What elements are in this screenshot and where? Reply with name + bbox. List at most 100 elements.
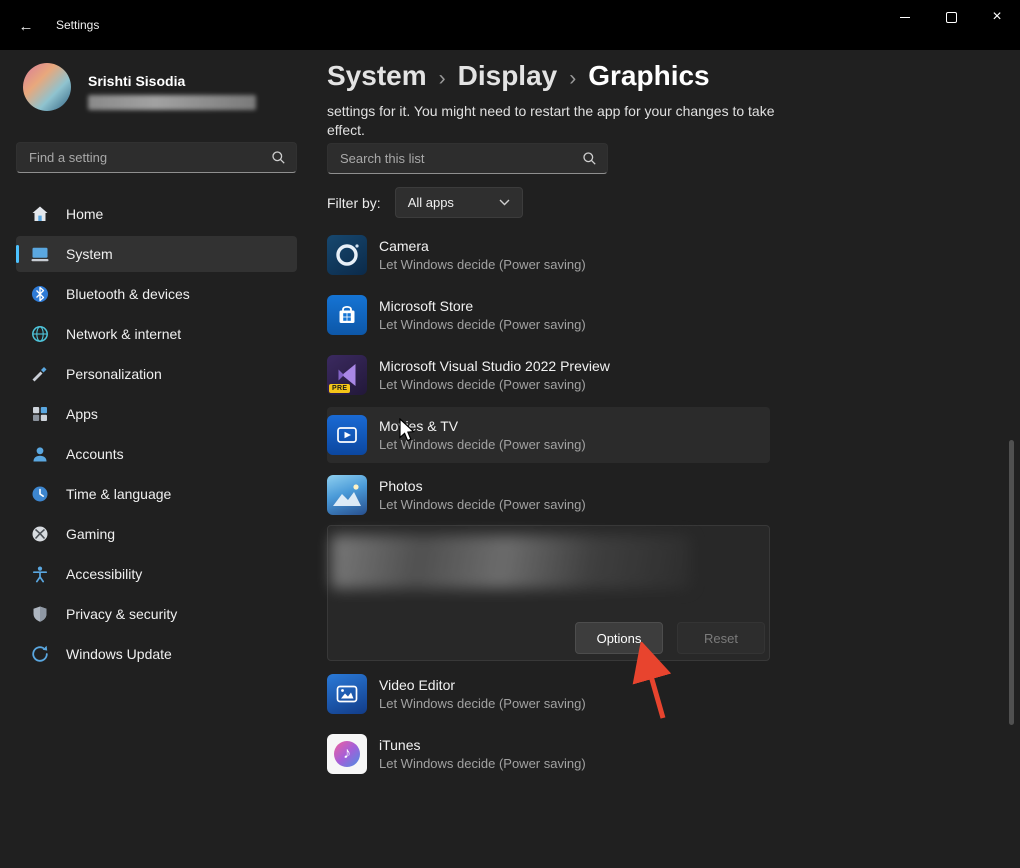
sidebar-item-label: Windows Update: [66, 646, 172, 662]
sidebar-item-home[interactable]: Home: [16, 196, 297, 232]
filter-row: Filter by: All apps: [327, 187, 523, 218]
update-icon: [30, 644, 50, 664]
list-search-input[interactable]: [338, 150, 574, 167]
sidebar-item-label: Apps: [66, 406, 98, 422]
app-name: iTunes: [379, 737, 586, 753]
preview-badge: PRE: [329, 384, 350, 393]
app-name: Photos: [379, 478, 586, 494]
sidebar-item-label: Privacy & security: [66, 606, 177, 622]
sidebar-item-system[interactable]: System: [16, 236, 297, 272]
person-icon: [30, 444, 50, 464]
sidebar-search-input[interactable]: [27, 149, 263, 166]
app-status: Let Windows decide (Power saving): [379, 317, 586, 332]
window-controls: ×: [882, 0, 1020, 34]
filter-dropdown-value: All apps: [408, 195, 454, 210]
microsoft-store-app-icon: [327, 295, 367, 335]
breadcrumb-separator-icon: ›: [569, 67, 576, 91]
sidebar-item-windows-update[interactable]: Windows Update: [16, 636, 297, 672]
app-name: Microsoft Visual Studio 2022 Preview: [379, 358, 610, 374]
globe-icon: [30, 324, 50, 344]
breadcrumb-graphics: Graphics: [588, 60, 709, 92]
list-search[interactable]: [327, 143, 608, 174]
app-row-itunes[interactable]: ♪ iTunes Let Windows decide (Power savin…: [327, 726, 770, 782]
app-row-movies-tv[interactable]: Movies & TV Let Windows decide (Power sa…: [327, 407, 770, 463]
titlebar: ← Settings ×: [0, 0, 1020, 50]
sidebar-item-personalization[interactable]: Personalization: [16, 356, 297, 392]
options-button[interactable]: Options: [575, 622, 663, 654]
app-row-camera[interactable]: Camera Let Windows decide (Power saving): [327, 227, 770, 283]
search-icon: [582, 151, 597, 166]
app-name: Movies & TV: [379, 418, 586, 434]
user-name: Srishti Sisodia: [88, 73, 185, 89]
apps-grid-icon: [30, 404, 50, 424]
photos-app-icon: [327, 475, 367, 515]
sidebar-item-label: System: [66, 246, 113, 262]
itunes-app-icon: ♪: [327, 734, 367, 774]
app-row-photos[interactable]: Photos Let Windows decide (Power saving): [327, 467, 770, 523]
bluetooth-icon: [30, 284, 50, 304]
breadcrumb-separator-icon: ›: [439, 67, 446, 91]
sidebar-item-label: Accounts: [66, 446, 124, 462]
chevron-down-icon: [499, 199, 510, 206]
paintbrush-icon: [30, 364, 50, 384]
app-row-visual-studio[interactable]: PRE Microsoft Visual Studio 2022 Preview…: [327, 347, 770, 403]
close-button[interactable]: ×: [974, 0, 1020, 34]
window-title: Settings: [56, 18, 99, 32]
sidebar-item-privacy-security[interactable]: Privacy & security: [16, 596, 297, 632]
app-row-video-editor[interactable]: Video Editor Let Windows decide (Power s…: [327, 666, 770, 722]
expanded-app-card[interactable]: Options Reset: [327, 525, 770, 661]
app-row-microsoft-store[interactable]: Microsoft Store Let Windows decide (Powe…: [327, 287, 770, 343]
sidebar-item-label: Network & internet: [66, 326, 181, 342]
search-icon: [271, 150, 286, 165]
avatar[interactable]: [23, 63, 71, 111]
main-content: System › Display › Graphics settings for…: [310, 50, 1020, 868]
camera-app-icon: [327, 235, 367, 275]
app-status: Let Windows decide (Power saving): [379, 377, 610, 392]
sidebar-item-bluetooth-devices[interactable]: Bluetooth & devices: [16, 276, 297, 312]
app-status: Let Windows decide (Power saving): [379, 437, 586, 452]
accessibility-icon: [30, 564, 50, 584]
close-icon: ×: [992, 9, 1001, 25]
back-icon[interactable]: ←: [13, 13, 39, 39]
sidebar-item-label: Personalization: [66, 366, 162, 382]
maximize-button[interactable]: [928, 0, 974, 34]
sidebar-item-label: Bluetooth & devices: [66, 286, 190, 302]
home-icon: [30, 204, 50, 224]
app-status: Let Windows decide (Power saving): [379, 696, 586, 711]
filter-dropdown[interactable]: All apps: [395, 187, 523, 218]
breadcrumb-system[interactable]: System: [327, 60, 427, 92]
sidebar-item-accessibility[interactable]: Accessibility: [16, 556, 297, 592]
sidebar-item-accounts[interactable]: Accounts: [16, 436, 297, 472]
sidebar-item-label: Gaming: [66, 526, 115, 542]
movies-tv-app-icon: [327, 415, 367, 455]
sidebar-item-network-internet[interactable]: Network & internet: [16, 316, 297, 352]
sidebar-item-apps[interactable]: Apps: [16, 396, 297, 432]
settings-window: ← Settings × Srishti Sisodia Home System: [0, 0, 1020, 868]
sidebar-item-label: Home: [66, 206, 103, 222]
sidebar: Srishti Sisodia Home System Bluetooth & …: [0, 50, 310, 868]
scrollbar-thumb[interactable]: [1009, 440, 1014, 725]
system-icon: [30, 244, 50, 264]
selected-indicator: [16, 245, 19, 263]
page-description: settings for it. You might need to resta…: [327, 102, 779, 140]
app-name: Camera: [379, 238, 586, 254]
video-editor-app-icon: [327, 674, 367, 714]
reset-button[interactable]: Reset: [677, 622, 765, 654]
breadcrumb-display[interactable]: Display: [458, 60, 558, 92]
sidebar-item-time-language[interactable]: Time & language: [16, 476, 297, 512]
music-note-icon: ♪: [327, 734, 367, 774]
app-status: Let Windows decide (Power saving): [379, 756, 586, 771]
sidebar-nav: Home System Bluetooth & devices Network …: [16, 196, 297, 676]
app-status: Let Windows decide (Power saving): [379, 257, 586, 272]
minimize-button[interactable]: [882, 0, 928, 34]
sidebar-item-gaming[interactable]: Gaming: [16, 516, 297, 552]
minimize-icon: [900, 17, 910, 18]
xbox-icon: [30, 524, 50, 544]
sidebar-search[interactable]: [16, 142, 297, 173]
app-name: Microsoft Store: [379, 298, 586, 314]
shield-icon: [30, 604, 50, 624]
clock-icon: [30, 484, 50, 504]
breadcrumb: System › Display › Graphics: [327, 60, 710, 92]
sidebar-item-label: Time & language: [66, 486, 171, 502]
redacted-user-email: [88, 95, 256, 110]
